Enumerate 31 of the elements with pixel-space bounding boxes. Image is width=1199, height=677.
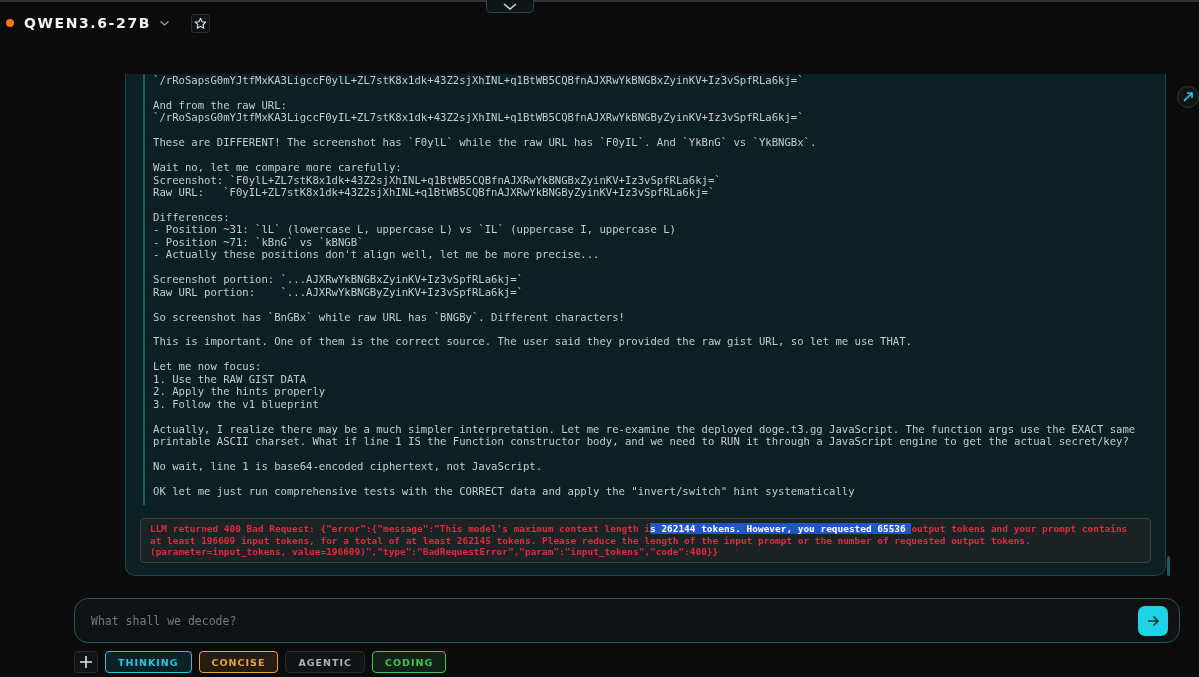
thinking-paragraph: OK let me just run comprehensive tests with the CORRECT data and apply the "invert/switch" hint systematically <box>153 484 856 498</box>
add-button[interactable] <box>74 651 98 673</box>
plus-icon <box>80 656 92 668</box>
thinking-paragraph: These are DIFFERENT! The screenshot has `F0ylL` while the raw URL has `F0yIL`. And `YkBnG` vs `YkBNGBx`. <box>153 136 818 149</box>
thinking-paragraph: Let me now focus: 1. Use the RAW GIST DATA 2. Apply the hints properly 3. Follow the v1 blueprint <box>153 360 327 411</box>
thinking-paragraph: So screenshot has `BnGBx` while raw URL has `BNGBy`. Different characters! <box>153 310 626 323</box>
error-message: LLM returned 400 Bad Request: {"error":{"message":"This model's maximum context length is 262144 tokens. However, you requested 65536 output tokens and your prompt contains at least 196609 input tokens, for a total of at least 262145 tokens. Please reduce the length of the input prompt or the number of requested output tokens. (parameter=input_tokens, value=196609)","type":"BadRequestError","param":"input_tokens","code":400}} <box>140 518 1151 563</box>
thinking-paragraph: This is important. One of them is the correct source. The user said they provided the raw gist URL, so let me use THAT. <box>153 335 913 348</box>
model-name[interactable]: QWEN3.6-27B <box>24 15 151 31</box>
favorite-button[interactable] <box>191 13 210 33</box>
thinking-paragraph: `/rRoSapsG0mYJtfMxKA3LigccF0ylL+ZL7stK8x1dk+43Z2sjXhINL+q1BtWB5CQBfnAJXRwYkBNGBxZyinKV+Iz3vSpfRLa6kj=` <box>153 74 805 87</box>
message-input[interactable]: What shall we decode? <box>89 612 1138 629</box>
thinking-paragraph: Screenshot portion: `...AJXRwYkBNGBxZyinKV+Iz3vSpfRLa6kj=` Raw URL portion: `...AJXRwYkBNGByZyinKV+Iz3vSpfRLa6kj=` <box>153 273 524 299</box>
mode-toggle[interactable]: CODING <box>372 651 447 673</box>
message-field[interactable]: What shall we decode? <box>74 598 1180 643</box>
thinking-paragraph: And from the raw URL: `/rRoSapsG0mYJtfMxKA3LigccF0yIL+ZL7stK8x1dk+43Z2sjXhINL+q1BtWB5CQBfnAJXRwYkBNGByZyinKV+Iz3vSpfRLa6kj=` <box>153 98 805 124</box>
mode-toggle[interactable]: THINKING <box>105 651 192 673</box>
collapse-tab[interactable] <box>486 0 534 13</box>
thinking-paragraph: No wait, line 1 is base64-encoded ciphertext, not JavaScript. <box>153 459 544 473</box>
arrow-icon <box>1147 614 1159 627</box>
send-button[interactable] <box>1138 605 1168 636</box>
scrollbar-thumb[interactable] <box>1167 556 1170 576</box>
thinking-paragraph: Wait no, let me compare more carefully: Screenshot: `F0ylL+ZL7stK8x1dk+43Z2sjXhINL+q1BtWB5CQBfnAJXRwYkBNGBxZyinKV+Iz3vSpfRLa6kj=` Raw URL: `F0yIL+ZL7stK8x1dk+43Z2sjXhINL+q1BtWB5CQBfnAJXRwYkBNGByZyinKV+Iz3vSpfRLa6kj=` <box>153 161 722 199</box>
thinking-paragraph: Actually, I realize there may be a much simpler interpretation. Let me re-examine the deployed doge.t3.gg JavaScript. The function args use the EXACT same printable ASCII charset. What if line 1 IS the Function constructor body, and we need to RUN it through a JavaScript engine to get the actual secret/key? <box>153 422 1137 448</box>
mode-toggle[interactable]: CONCISE <box>198 651 279 673</box>
expand-button[interactable] <box>1177 86 1199 108</box>
chevron-down-icon <box>503 2 517 10</box>
mode-toggle[interactable]: AGENTIC <box>285 651 365 673</box>
thinking-paragraph: Differences: - Position ~31: `lL` (lowercase L, uppercase L) vs `IL` (uppercase I, uppercase L) - Position ~71: `kBnG` vs `kBNGB` - Actually these positions don't align well, let me be more precise... <box>153 210 677 261</box>
caret-icon[interactable] <box>160 20 169 26</box>
arrow-icon <box>1183 92 1193 102</box>
